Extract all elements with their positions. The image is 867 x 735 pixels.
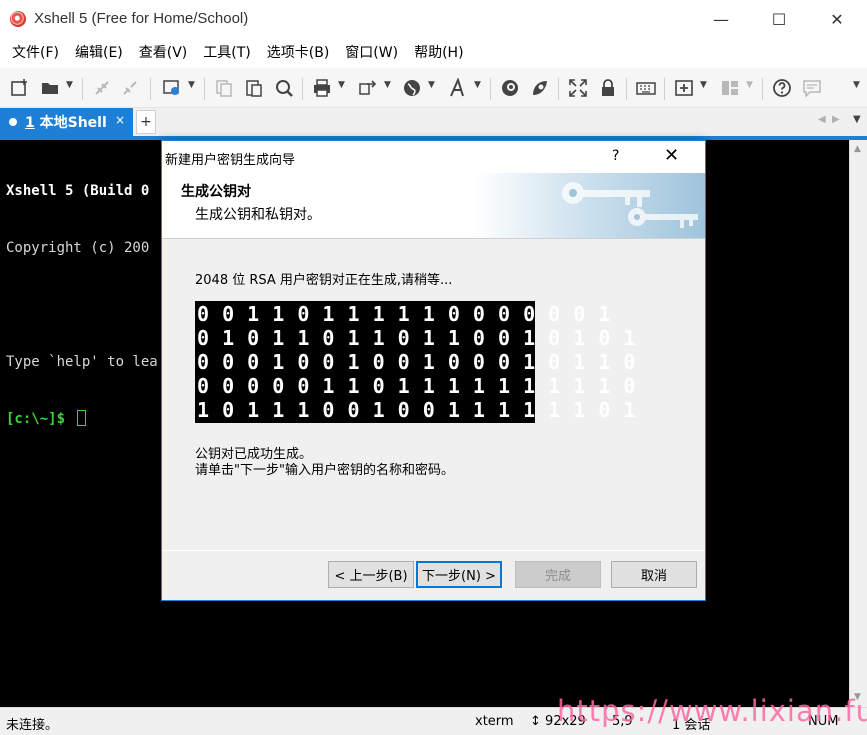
dialog-title-bar: 新建用户密钥生成向导 ? ✕ <box>162 141 705 173</box>
terminal-cursor <box>77 410 87 426</box>
xagent-icon[interactable] <box>530 78 550 98</box>
toolbar-separator <box>490 78 491 100</box>
back-button[interactable]: < 上一步(B) <box>328 561 414 588</box>
generation-progress-text: 2048 位 RSA 用户密钥对正在生成,请稍等... <box>195 273 453 288</box>
layout-dropdown-icon[interactable]: ▼ <box>746 80 753 90</box>
bits-row: 0 0 0 0 0 1 1 0 1 1 1 1 1 1 1 1 1 0 <box>197 374 636 398</box>
open-dropdown-icon[interactable]: ▼ <box>66 80 73 90</box>
properties-icon[interactable] <box>162 78 182 98</box>
tab-list-icon[interactable]: ▼ <box>853 114 861 125</box>
lock-icon[interactable] <box>598 78 618 98</box>
bits-row: 1 0 1 1 1 0 0 1 0 0 1 1 1 1 1 1 0 1 <box>197 398 636 422</box>
next-button[interactable]: 下一步(N) > <box>416 561 502 588</box>
tab-title: 本地Shell <box>39 115 107 131</box>
toolbar-separator <box>558 78 559 100</box>
connect-icon[interactable] <box>92 78 112 98</box>
xshell-app-icon <box>10 11 26 27</box>
layout-icon[interactable] <box>720 78 740 98</box>
globe-dropdown-icon[interactable]: ▼ <box>428 80 435 90</box>
menu-help[interactable]: 帮助(H) <box>406 38 471 68</box>
bits-row: 0 1 0 1 1 0 1 1 0 1 1 0 0 1 0 1 0 1 <box>197 326 636 350</box>
open-folder-icon[interactable] <box>40 78 60 98</box>
toolbar-overflow-icon[interactable]: ▼ <box>853 80 860 90</box>
globe-icon[interactable] <box>402 78 422 98</box>
menu-tab[interactable]: 选项卡(B) <box>259 38 338 68</box>
terminal-scrollbar[interactable]: ▲ ▼ <box>849 140 867 707</box>
title-bar: Xshell 5 (Free for Home/School) — ☐ ✕ <box>0 0 867 38</box>
tab-scroll-right-icon[interactable]: ▶ <box>832 114 840 125</box>
dialog-header: 生成公钥对 生成公钥和私钥对。 <box>162 173 705 239</box>
toolbar: ▼ ▼ ▼ ▼ ▼ ▼ ▼ ▼ ▼ <box>0 68 867 108</box>
font-dropdown-icon[interactable]: ▼ <box>474 80 481 90</box>
print-dropdown-icon[interactable]: ▼ <box>338 80 345 90</box>
dialog-title: 新建用户密钥生成向导 <box>165 153 296 168</box>
dialog-close-button[interactable]: ✕ <box>664 145 679 166</box>
toolbar-separator <box>302 78 303 100</box>
toolbar-separator <box>626 78 627 100</box>
print-icon[interactable] <box>312 78 332 98</box>
terminal-prompt: [c:\~]$ <box>6 411 74 427</box>
connection-status: 未连接。 <box>6 718 59 733</box>
cancel-button[interactable]: 取消 <box>611 561 697 588</box>
menu-bar: 文件(F) 编辑(E) 查看(V) 工具(T) 选项卡(B) 窗口(W) 帮助(… <box>0 38 867 68</box>
new-tab-icon[interactable] <box>674 78 694 98</box>
keys-banner-image <box>475 173 705 238</box>
toolbar-separator <box>664 78 665 100</box>
toolbar-separator <box>204 78 205 100</box>
new-session-icon[interactable] <box>10 78 30 98</box>
menu-window[interactable]: 窗口(W) <box>337 38 406 68</box>
bits-row: 0 0 0 1 0 0 1 0 0 1 0 0 0 1 0 1 1 0 <box>197 350 636 374</box>
next-step-instruction: 请单击"下一步"输入用户密钥的名称和密码。 <box>195 463 454 478</box>
new-user-key-wizard-dialog: 新建用户密钥生成向导 ? ✕ 生成公钥对 生成公钥和私钥对。 2048 位 RS… <box>161 140 706 601</box>
keyboard-icon[interactable] <box>636 78 656 98</box>
maximize-button[interactable]: ☐ <box>750 0 808 38</box>
terminal-type: xterm <box>475 714 514 729</box>
resize-icon: ↕ <box>530 714 541 729</box>
copy-icon[interactable] <box>214 78 234 98</box>
help-icon[interactable] <box>772 78 792 98</box>
find-icon[interactable] <box>274 78 294 98</box>
paste-icon[interactable] <box>244 78 264 98</box>
xftp-icon[interactable] <box>500 78 520 98</box>
close-button[interactable]: ✕ <box>808 0 866 38</box>
tab-bar: 1 本地Shell × + ◀ ▶ ▼ <box>0 108 867 136</box>
wizard-step-subheading: 生成公钥和私钥对。 <box>195 207 321 223</box>
tab-scroll-left-icon[interactable]: ◀ <box>818 114 826 125</box>
tab-label: 1 本地Shell <box>25 112 107 132</box>
transfer-dropdown-icon[interactable]: ▼ <box>384 80 391 90</box>
random-bits-display: 0 0 1 1 0 1 1 1 1 1 0 0 0 0 0 0 1 0 1 0 … <box>195 301 636 423</box>
scroll-up-icon[interactable]: ▲ <box>854 144 861 154</box>
dialog-help-button[interactable]: ? <box>612 148 619 164</box>
tab-local-shell[interactable]: 1 本地Shell × <box>0 108 133 136</box>
menu-view[interactable]: 查看(V) <box>131 38 196 68</box>
font-icon[interactable] <box>448 78 468 98</box>
new-tab-dropdown-icon[interactable]: ▼ <box>700 80 707 90</box>
finish-button[interactable]: 完成 <box>515 561 601 588</box>
tab-close-icon[interactable]: × <box>115 113 125 127</box>
add-tab-button[interactable]: + <box>136 110 156 134</box>
menu-file[interactable]: 文件(F) <box>4 38 67 68</box>
window-title: Xshell 5 (Free for Home/School) <box>34 10 249 27</box>
toolbar-separator <box>762 78 763 100</box>
tab-number: 1 <box>25 115 35 131</box>
disconnect-icon[interactable] <box>120 78 140 98</box>
toolbar-separator <box>150 78 151 100</box>
toolbar-separator <box>82 78 83 100</box>
bits-row: 0 0 1 1 0 1 1 1 1 1 0 0 0 0 0 0 1 <box>197 302 611 326</box>
minimize-button[interactable]: — <box>692 0 750 38</box>
chat-icon[interactable] <box>802 78 822 98</box>
tab-status-dot-icon <box>9 118 17 126</box>
menu-tools[interactable]: 工具(T) <box>195 38 258 68</box>
dialog-divider <box>162 550 705 551</box>
watermark: https://www.lixian.fun <box>557 694 867 728</box>
menu-edit[interactable]: 编辑(E) <box>67 38 131 68</box>
wizard-step-heading: 生成公钥对 <box>181 184 251 200</box>
properties-dropdown-icon[interactable]: ▼ <box>188 80 195 90</box>
fullscreen-icon[interactable] <box>568 78 588 98</box>
transfer-icon[interactable] <box>358 78 378 98</box>
